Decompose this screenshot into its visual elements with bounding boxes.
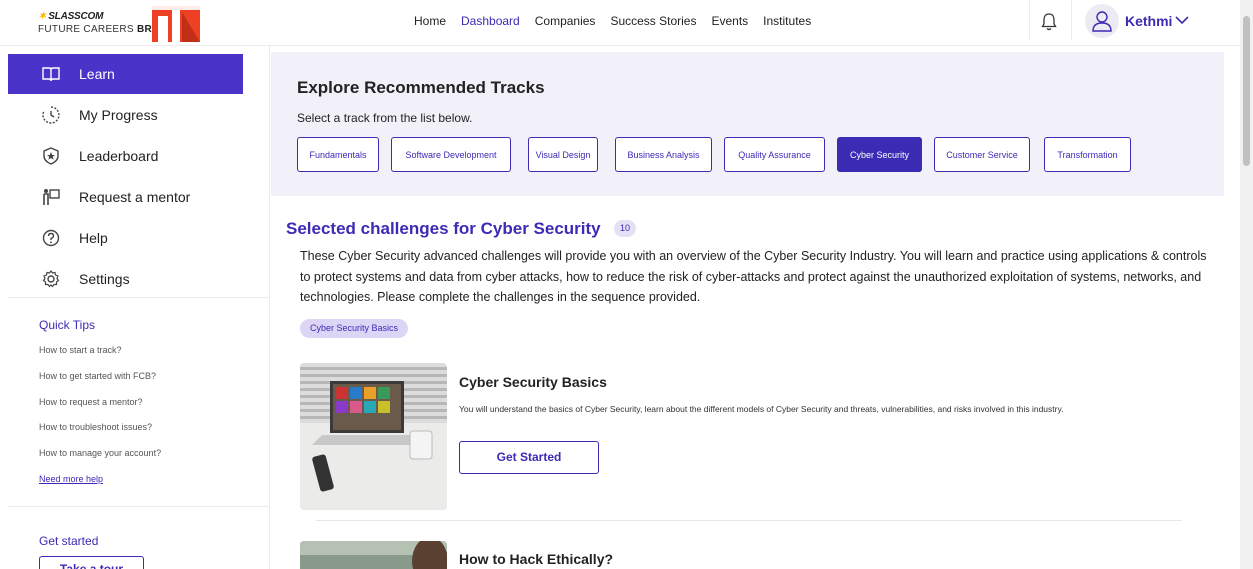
book-icon — [40, 66, 62, 82]
gear-icon — [40, 270, 62, 288]
help-icon — [40, 229, 62, 247]
sidebar-item-help[interactable]: Help — [8, 218, 243, 258]
tip-link[interactable]: How to troubleshoot issues? — [39, 422, 152, 432]
mentor-icon — [40, 188, 62, 206]
logo-slasscom-text: ✶ SLASSCOM — [38, 11, 104, 22]
sidebar-item-label: Learn — [79, 66, 115, 82]
chevron-down-icon[interactable] — [1175, 15, 1189, 25]
username[interactable]: Kethmi — [1125, 13, 1172, 29]
nav-dashboard[interactable]: Dashboard — [461, 14, 520, 28]
user-icon — [1092, 11, 1112, 32]
sidebar-divider — [8, 297, 270, 298]
tracks-title: Explore Recommended Tracks — [297, 78, 545, 97]
logo-mark-icon — [152, 6, 200, 42]
sidebar-item-my-progress[interactable]: My Progress — [8, 95, 243, 135]
track-button-software-development[interactable]: Software Development — [391, 137, 511, 172]
sidebar-item-label: My Progress — [79, 107, 158, 123]
track-button-cyber-security[interactable]: Cyber Security — [837, 137, 922, 172]
nav-success-stories[interactable]: Success Stories — [610, 14, 696, 28]
tip-link[interactable]: How to start a track? — [39, 345, 122, 355]
nav-events[interactable]: Events — [711, 14, 748, 28]
sidebar-item-label: Settings — [79, 271, 130, 287]
sidebar-item-label: Request a mentor — [79, 189, 191, 205]
challenges-title: Selected challenges for Cyber Security — [286, 219, 601, 238]
shield-star-icon — [40, 147, 62, 165]
sidebar-item-settings[interactable]: Settings — [8, 259, 243, 299]
progress-icon — [40, 106, 62, 124]
track-button-business-analysis[interactable]: Business Analysis — [615, 137, 712, 172]
tip-link[interactable]: How to request a mentor? — [39, 397, 143, 407]
need-more-help-link[interactable]: Need more help — [39, 474, 103, 484]
challenge-image — [300, 541, 447, 569]
avatar[interactable] — [1085, 4, 1119, 38]
sidebar-item-learn[interactable]: Learn — [8, 54, 243, 94]
page-scrollbar[interactable] — [1240, 0, 1253, 569]
sidebar-item-leaderboard[interactable]: Leaderboard — [8, 136, 243, 176]
track-button-customer-service[interactable]: Customer Service — [934, 137, 1030, 172]
header-divider — [1029, 0, 1030, 40]
track-button-visual-design[interactable]: Visual Design — [528, 137, 598, 172]
challenge-chip[interactable]: Cyber Security Basics — [300, 319, 409, 338]
get-started-label: Get started — [39, 534, 99, 548]
sidebar-item-label: Leaderboard — [79, 148, 159, 164]
header-divider — [1071, 0, 1072, 40]
tracks-subtitle: Select a track from the list below. — [297, 111, 473, 125]
nav-institutes[interactable]: Institutes — [763, 14, 811, 28]
challenge-card-title: How to Hack Ethically? — [459, 551, 614, 567]
quick-tips-title: Quick Tips — [39, 318, 96, 332]
take-a-tour-button[interactable]: Take a tour — [39, 556, 144, 569]
challenges-description: These Cyber Security advanced challenges… — [300, 249, 1207, 304]
tip-link[interactable]: How to get started with FCB? — [39, 371, 156, 381]
sidebar-item-request-mentor[interactable]: Request a mentor — [8, 177, 243, 217]
get-started-button[interactable]: Get Started — [459, 441, 599, 474]
top-header: ✶SLASSCOM FUTURE CAREERS BRIDGE Home Das… — [0, 0, 1240, 46]
card-divider — [316, 520, 1182, 521]
tracks-panel: Explore Recommended Tracks Select a trac… — [271, 52, 1224, 196]
tip-link[interactable]: How to manage your account? — [39, 448, 161, 458]
challenge-card-title: Cyber Security Basics — [459, 374, 607, 390]
nav-companies[interactable]: Companies — [535, 14, 596, 28]
scrollbar-thumb[interactable] — [1243, 16, 1250, 166]
sidebar: Learn My Progress Leaderboard Request a … — [0, 46, 270, 569]
fcb-logo[interactable]: ✶SLASSCOM FUTURE CAREERS BRIDGE — [38, 6, 204, 42]
sidebar-divider — [8, 506, 270, 507]
challenge-card-description: You will understand the basics of Cyber … — [459, 404, 1064, 414]
bell-icon[interactable] — [1040, 12, 1058, 32]
main-nav: Home Dashboard Companies Success Stories… — [414, 14, 826, 28]
sidebar-item-label: Help — [79, 230, 108, 246]
track-button-quality-assurance[interactable]: Quality Assurance — [724, 137, 825, 172]
nav-home[interactable]: Home — [414, 14, 446, 28]
track-button-fundamentals[interactable]: Fundamentals — [297, 137, 379, 172]
challenge-count-badge: 10 — [614, 220, 636, 237]
challenge-image — [300, 363, 447, 510]
track-button-transformation[interactable]: Transformation — [1044, 137, 1131, 172]
